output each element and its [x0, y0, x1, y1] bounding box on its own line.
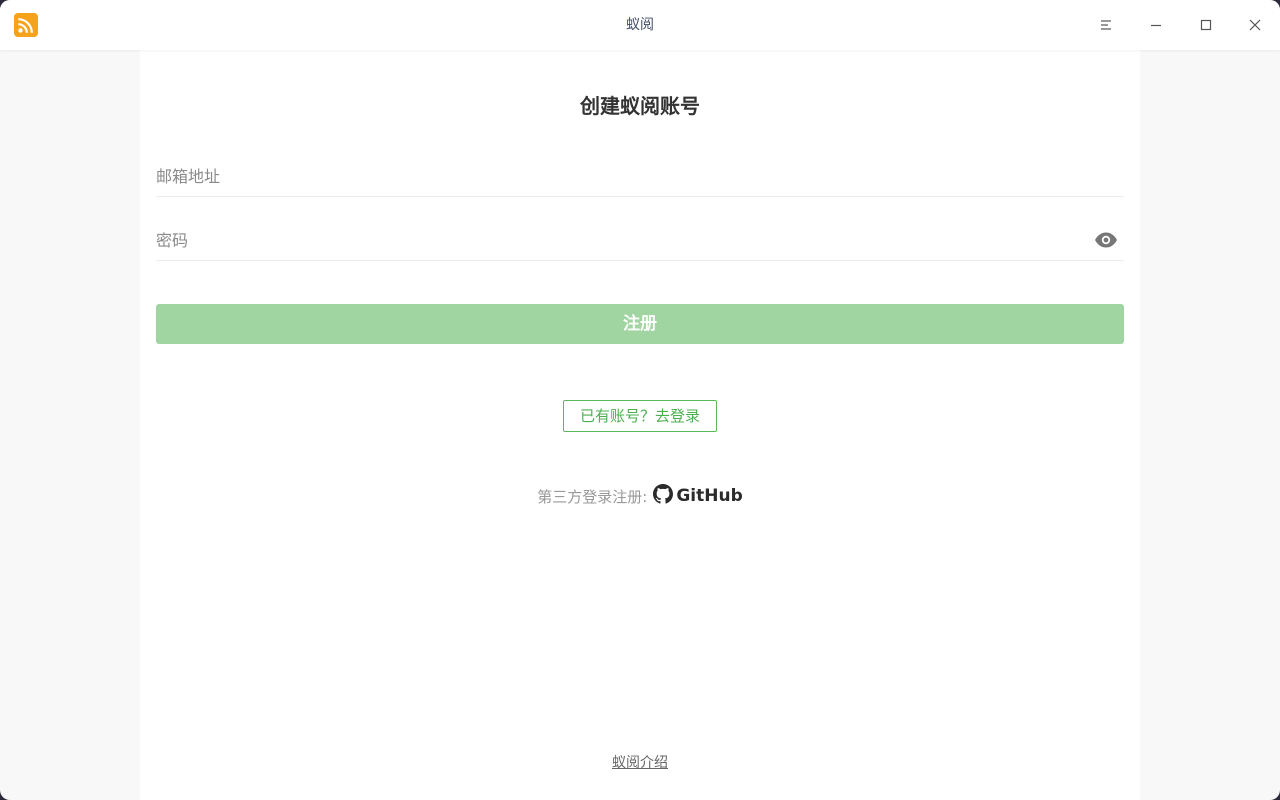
password-field: [156, 220, 1124, 261]
close-icon[interactable]: [1240, 10, 1270, 40]
rss-icon: [14, 13, 38, 37]
go-login-button[interactable]: 已有账号？去登录: [563, 400, 717, 432]
password-input[interactable]: [156, 220, 1076, 260]
email-input[interactable]: [156, 156, 1076, 196]
title-bar: 蚁阅: [0, 0, 1280, 50]
minimize-icon[interactable]: [1141, 10, 1171, 40]
github-login-button[interactable]: GitHub: [653, 484, 743, 508]
footer: 蚁阅介绍: [140, 752, 1140, 772]
email-field: [156, 156, 1124, 197]
github-label: GitHub: [676, 486, 743, 506]
github-icon: [653, 484, 674, 508]
register-button[interactable]: 注册: [156, 304, 1124, 344]
register-panel: 创建蚁阅账号 注册 已有账号？去登录 第三方登录注册:: [140, 50, 1140, 800]
eye-icon[interactable]: [1094, 231, 1118, 249]
app-window: 蚁阅 创建蚁阅账号 邮箱地址 注册 已有账号？去登录 第三方登录注册: GitH…: [0, 0, 1280, 800]
maximize-icon[interactable]: [1191, 10, 1221, 40]
menu-icon[interactable]: [1091, 10, 1121, 40]
window-title: 蚁阅: [626, 17, 654, 33]
third-party-login: 第三方登录注册: GitHub: [140, 484, 1140, 508]
page-title: 创建蚁阅账号: [580, 94, 700, 118]
third-party-label: 第三方登录注册:: [537, 487, 648, 506]
intro-link[interactable]: 蚁阅介绍: [612, 755, 668, 771]
